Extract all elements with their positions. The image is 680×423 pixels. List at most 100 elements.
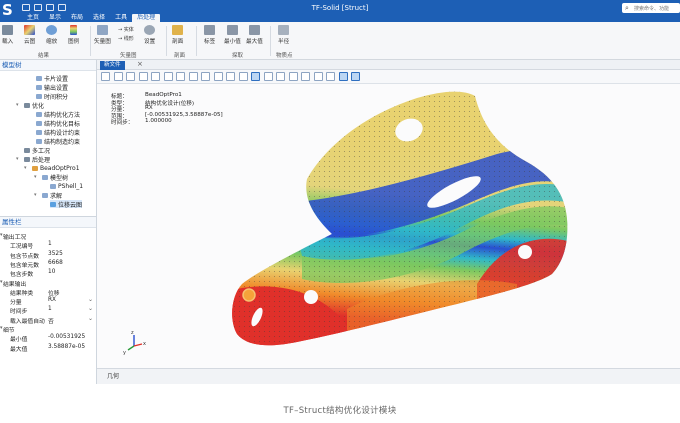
tree-item-label: 结构制造约束 (44, 138, 81, 146)
document-tab-bar: 新文件 × (97, 60, 680, 70)
close-icon[interactable]: × (137, 60, 143, 68)
wireframe-icon[interactable] (263, 72, 273, 81)
section-button[interactable]: 剖面 (172, 25, 183, 45)
box-select-icon[interactable] (338, 72, 348, 81)
zoom-out-icon[interactable] (126, 72, 135, 81)
cube-view-icon[interactable] (326, 72, 335, 81)
property-row: 包含步数 10 (0, 268, 96, 278)
max-value-button[interactable]: 最大值 (246, 25, 263, 45)
fit-view-icon[interactable] (101, 72, 110, 81)
tree-item[interactable]: 时间积分 (36, 92, 69, 101)
properties-title: 属性栏 (0, 217, 96, 228)
property-value[interactable]: RX (48, 297, 56, 303)
bottom-tab-bar: 几何 (97, 368, 680, 384)
property-row: 最大值 3.58887e-05 (0, 343, 96, 353)
application-window: S TF-Solid [Struct] ⌕ 搜索命令、功能 主页 显示 布局 选择 工具… (0, 0, 680, 384)
legend-button[interactable]: 图例 (68, 25, 79, 45)
edges-icon[interactable] (301, 72, 310, 81)
ribbon-separator (166, 26, 167, 56)
property-value: 3.58887e-05 (48, 343, 86, 350)
chevron-down-icon[interactable]: ⌄ (88, 296, 93, 303)
property-row[interactable]: 载入最值自动否 ⌄ (0, 315, 96, 325)
line-option[interactable]: → 线形 (118, 35, 134, 42)
tree-item-label: PShell_1 (58, 182, 84, 190)
section-icon (172, 25, 184, 35)
expand-arrow-icon[interactable]: ▾ (34, 192, 37, 198)
tree-item-label: 后处理 (32, 156, 51, 164)
tree-node-icon (24, 156, 30, 162)
search-input[interactable]: 搜索命令、功能 (634, 5, 669, 12)
tree-item-label: 卡片设置 (44, 75, 69, 83)
property-value: -0.00531925 (48, 334, 86, 341)
expand-arrow-icon[interactable]: ▾ (16, 102, 19, 108)
top-view-icon[interactable] (188, 72, 198, 81)
front-view-icon[interactable] (138, 72, 148, 81)
copy-view-icon[interactable] (351, 72, 360, 81)
tree-item[interactable]: 输出设置 (36, 83, 68, 92)
property-value[interactable]: 1 (48, 306, 52, 312)
geometry-tab[interactable]: 几何 (107, 371, 119, 380)
title-bar: S TF-Solid [Struct] ⌕ 搜索命令、功能 主页 显示 布局 选择 工具… (0, 0, 680, 23)
chevron-down-icon[interactable]: ⌄ (88, 305, 93, 312)
bottom-view-icon[interactable] (201, 72, 210, 81)
property-row[interactable]: 时间步 1 ⌄ (0, 305, 96, 315)
radius-button[interactable]: 半径 (278, 25, 289, 45)
select-icon[interactable] (251, 72, 260, 81)
property-row[interactable]: 分量 RX ⌄ (0, 296, 96, 306)
settings-button[interactable]: 设置 (144, 25, 155, 45)
pan-icon[interactable] (238, 72, 248, 81)
shaded-icon[interactable] (276, 72, 285, 81)
transparency-icon[interactable] (313, 72, 323, 81)
tree-item[interactable]: 结构优化目标 (36, 119, 80, 128)
min-value-button[interactable]: 最小值 (224, 25, 241, 45)
load-button[interactable]: 载入 (2, 25, 13, 45)
left-view-icon[interactable] (163, 72, 173, 81)
tree-item-label: BeadOptPro1 (40, 164, 80, 172)
tree-item[interactable]: 优化 (24, 101, 44, 110)
axis-triad: z x y (123, 330, 146, 356)
expand-arrow-icon[interactable]: ▾ (16, 156, 19, 162)
tree-item[interactable]: 结构优化方法 (36, 110, 80, 119)
tree-item[interactable]: 多工况 (24, 146, 50, 155)
rotate-icon[interactable] (226, 72, 235, 81)
tree-item[interactable]: 求解 (42, 191, 62, 200)
document-tab[interactable]: 新文件 (100, 61, 125, 70)
vector-button[interactable]: 矢量图 (94, 25, 111, 45)
tree-item[interactable]: 位移云图 (50, 200, 83, 209)
tree-item[interactable]: 结构制造约束 (36, 137, 81, 146)
info-value: [-0.00531925,3.58887e-05] (145, 111, 223, 118)
group-physics: 物质点 (276, 53, 293, 59)
info-key: 时间步： (111, 120, 134, 126)
max-value-icon (248, 25, 260, 35)
scale-button[interactable]: 缩放 (46, 25, 57, 45)
tree-item[interactable]: 后处理 (24, 155, 51, 164)
label-button[interactable]: 标签 (204, 25, 215, 45)
tree-node-icon (42, 174, 48, 180)
cloud-map-button[interactable]: 云图 (24, 25, 35, 45)
tree-item[interactable]: 卡片设置 (36, 74, 69, 83)
back-view-icon[interactable] (151, 72, 160, 81)
command-search[interactable]: ⌕ 搜索命令、功能 (622, 3, 680, 13)
tree-item[interactable]: BeadOptPro1 (32, 164, 80, 172)
tree-item[interactable]: 模型树 (42, 173, 68, 182)
right-view-icon[interactable] (176, 72, 185, 81)
ribbon-separator (196, 26, 197, 56)
probe-marker[interactable] (242, 288, 256, 302)
mesh-icon[interactable] (288, 72, 298, 81)
search-icon: ⌕ (625, 4, 629, 12)
tree-item[interactable]: 结构设计约束 (36, 128, 80, 137)
tree-node-icon (36, 75, 42, 81)
solid-option[interactable]: → 实体 (118, 26, 134, 33)
tree-item-label: 时间积分 (44, 93, 69, 101)
chevron-down-icon[interactable]: ⌄ (88, 315, 93, 322)
zoom-in-icon[interactable] (113, 72, 123, 81)
property-group: ▾ 结果输出 (0, 278, 96, 288)
vector-icon (96, 25, 108, 35)
expand-arrow-icon[interactable]: ▾ (34, 174, 37, 180)
3d-viewport[interactable]: z x y 标题： BeadOptPro1 类型： 结构优化设计(位移) 分量： RX 范围… (97, 84, 680, 368)
axis-label-y: y (123, 350, 126, 356)
iso-view-icon[interactable] (213, 72, 223, 81)
tree-item[interactable]: PShell_1 (50, 182, 83, 190)
expand-arrow-icon[interactable]: ▾ (24, 165, 27, 171)
property-row: 包含节点数 3525 (0, 250, 96, 260)
